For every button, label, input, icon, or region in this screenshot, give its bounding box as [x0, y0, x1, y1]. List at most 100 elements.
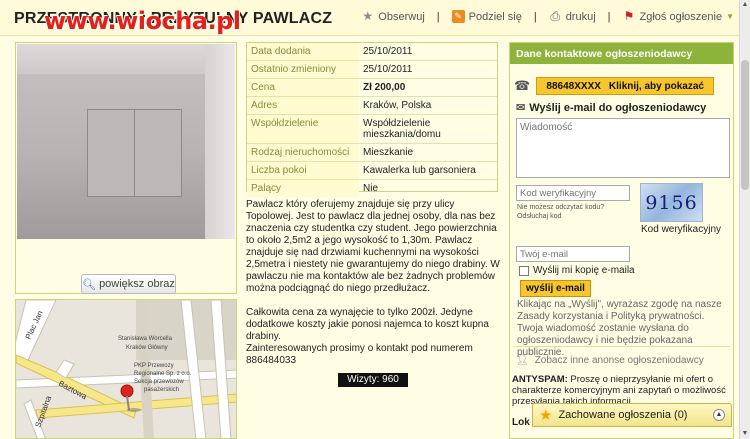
detail-key: Ostatnio zmieniony — [247, 61, 359, 78]
saved-ads-label: Zachowane ogłoszenia (0) — [558, 409, 688, 421]
star-icon: ★ — [539, 407, 553, 424]
flag-icon: ⚑ — [623, 9, 635, 23]
cant-read-link[interactable]: Nie możesz odczytać kodu? — [517, 203, 604, 212]
divider — [514, 346, 730, 347]
send-email-button[interactable]: wyślij e-mail — [520, 280, 591, 297]
detail-value: Mieszkanie — [363, 147, 414, 158]
detail-key: Data dodania — [247, 43, 359, 60]
detail-value: Kawalerka lub garsoniera — [363, 165, 476, 176]
copy-checkbox[interactable] — [519, 265, 529, 276]
separator: | — [533, 10, 537, 23]
photo-wall — [205, 44, 235, 239]
envelope-icon: ✉ — [516, 102, 526, 114]
print-link[interactable]: ⎙ drukuj — [549, 9, 596, 23]
report-link[interactable]: ⚑ Zgłoś ogłoszenie ▼ — [623, 10, 734, 23]
watermark-logo: www.wiocha.pl — [44, 7, 241, 35]
header-bar: PRZESTRONNY I PRZYTULNY PAWLACZ www.wioc… — [0, 0, 750, 36]
details-table: Data dodania 25/10/2011 Ostatnio zmienio… — [246, 42, 498, 197]
print-label: drukuj — [565, 10, 596, 23]
chevron-up-icon[interactable]: ▲ — [713, 409, 725, 421]
detail-row: Współdzielenie Współdzielenie mieszkania… — [247, 115, 497, 144]
detail-row: Ostatnio zmieniony 25/10/2011 — [247, 61, 497, 79]
detail-row: Adres Kraków, Polska — [247, 97, 497, 115]
detail-key: Współdzielenie — [247, 115, 359, 143]
photo-cabinet-divider — [134, 109, 135, 197]
detail-value: 25/10/2011 — [363, 46, 413, 57]
detail-row: Palący Nie — [247, 180, 497, 197]
captcha-label: Kod weryfikacyjny — [641, 224, 722, 235]
detail-key: Adres — [247, 97, 359, 114]
other-ads-label: Zobacz inne anonse ogłoszeniodawcy — [534, 355, 704, 366]
contact-panel: Dane kontaktowe ogłoszeniodawcy ☎ 88648X… — [509, 42, 734, 439]
ad-description: Pawlacz który oferujemy znajduje się prz… — [246, 199, 500, 379]
description-paragraph: Zainteresowanych prosimy o kontakt pod n… — [246, 343, 473, 366]
detail-key: Rodzaj nieruchomości — [247, 144, 359, 161]
listen-link[interactable]: Odsłuchaj kod — [517, 212, 604, 221]
ad-photo[interactable] — [17, 44, 235, 239]
user-icon: 👤︎ — [516, 355, 529, 366]
detail-row: Data dodania 25/10/2011 — [247, 43, 497, 61]
detail-row: Liczba pokoi Kawalerka lub garsoniera — [247, 162, 497, 180]
chevron-down-icon: ▼ — [726, 12, 734, 21]
send-copy-option[interactable]: Wyślij mi kopię e-maila — [519, 265, 635, 276]
map-label: Kraków Główny — [126, 345, 168, 351]
follow-link[interactable]: ★ Obserwuj — [361, 10, 424, 23]
zoom-label: powiększ obraz — [99, 278, 175, 290]
map-canvas: Plac Jan Baztowa Szpitalna Stanisława Wo… — [16, 300, 236, 438]
share-icon: ✎ — [451, 10, 465, 23]
phone-row: ☎ 88648XXXX Kliknij, aby pokazać — [514, 77, 715, 95]
scrollbar-thumb[interactable] — [741, 60, 749, 190]
share-label: Podziel się — [468, 10, 522, 23]
copy-label: Wyślij mi kopię e-maila — [533, 265, 635, 276]
location-map[interactable]: Plac Jan Baztowa Szpitalna Stanisława Wo… — [15, 299, 237, 439]
email-title-text: Wyślij e-mail do ogłoszeniodawcy — [529, 101, 707, 114]
zoom-image-button[interactable]: 🔍︎ powiększ obraz — [81, 274, 176, 294]
captcha-image: 9156 — [640, 183, 703, 222]
map-label: Regionalne Sp. z o.o. — [134, 371, 192, 377]
map-label: pasażerskich — [144, 387, 179, 393]
consent-text: Klikając na „Wyślij", wyrażasz zgodę na … — [517, 299, 722, 358]
show-phone-button[interactable]: 88648XXXX Kliknij, aby pokazać — [536, 77, 715, 95]
message-field[interactable] — [516, 118, 730, 178]
follow-label: Obserwuj — [378, 10, 425, 23]
saved-ads-bar[interactable]: ★ Zachowane ogłoszenia (0) ▲ — [532, 403, 732, 427]
detail-row: Rodzaj nieruchomości Mieszkanie — [247, 144, 497, 162]
captcha-help: Nie możesz odczytać kodu? Odsłuchaj kod — [517, 203, 604, 221]
photo-gallery: 🔍︎ powiększ obraz — [15, 42, 237, 294]
detail-key: Liczba pokoi — [247, 162, 359, 179]
detail-key: Cena — [247, 79, 359, 96]
map-label: Sekcja przewozów — [134, 379, 184, 385]
price-value: Zł 200,00 — [363, 82, 406, 93]
other-ads-link[interactable]: 👤︎ Zobacz inne anonse ogłoszeniodawcy — [516, 355, 704, 366]
email-field[interactable] — [516, 246, 630, 262]
detail-value: Nie — [363, 183, 379, 194]
captcha-input[interactable] — [516, 185, 630, 201]
star-icon: ★ — [362, 9, 374, 23]
map-label: Stanisława Worcella — [118, 336, 173, 342]
separator: | — [607, 10, 611, 23]
detail-key: Palący — [247, 180, 359, 197]
scroll-up-icon[interactable]: ▲ — [740, 0, 750, 10]
header-actions: ★ Obserwuj | ✎ Podziel się | ⎙ drukuj | … — [361, 10, 734, 23]
share-link[interactable]: ✎ Podziel się — [451, 10, 522, 23]
separator: | — [436, 10, 440, 23]
detail-row: Cena Zł 200,00 — [247, 79, 497, 97]
phone-cta: Kliknij, aby pokazać — [608, 80, 704, 92]
map-label: PKP Przewozy — [134, 363, 174, 369]
email-form-title: ✉ Wyślij e-mail do ogłoszeniodawcy — [516, 101, 707, 115]
contact-heading: Dane kontaktowe ogłoszeniodawcy — [510, 43, 733, 64]
description-paragraph: Pawlacz który oferujemy znajduje się prz… — [246, 199, 500, 294]
magnifier-icon: 🔍︎ — [82, 278, 97, 291]
page-scrollbar[interactable]: ▲ ▼ — [739, 0, 750, 439]
report-label: Zgłoś ogłoszenie — [639, 10, 723, 23]
detail-value: 25/10/2011 — [363, 64, 413, 75]
photo-ceiling — [17, 44, 235, 74]
detail-value: Współdzielenie mieszkania/domu — [363, 118, 441, 140]
description-paragraph: Całkowita cena za wynajęcie to tylko 200… — [246, 307, 489, 342]
phone-icon: ☎ — [514, 78, 531, 93]
visit-counter: Wizyty: 960 — [338, 373, 408, 387]
phone-number: 88648XXXX — [546, 80, 601, 92]
scroll-down-icon[interactable]: ▼ — [740, 429, 750, 439]
print-icon: ⎙ — [550, 9, 560, 23]
detail-value: Kraków, Polska — [363, 100, 432, 111]
